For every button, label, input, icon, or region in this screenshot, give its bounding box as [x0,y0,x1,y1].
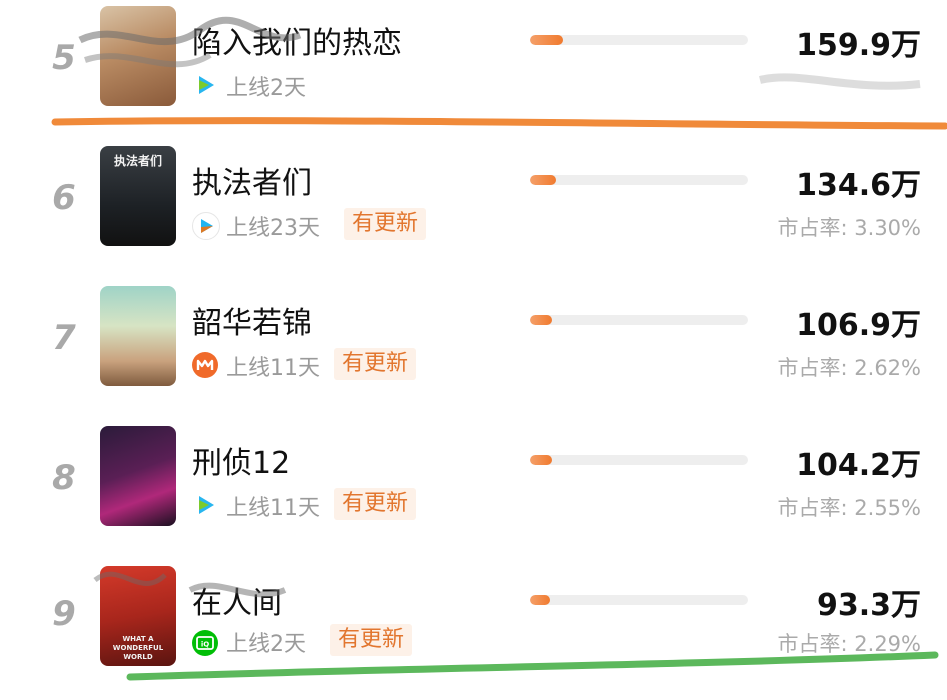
show-title[interactable]: 陷入我们的热恋 [192,18,402,62]
heat-bar [530,175,748,185]
heat-bar-fill [530,35,563,45]
update-badge: 有更新 [344,208,427,240]
list-item[interactable]: 6 执法者们 执法者们 上线23天 有更新 134.6万 市占率: 3.30% [0,140,947,280]
rank-number: 9 [52,594,76,634]
online-days: 上线23天 [226,216,320,241]
heat-bar-fill [530,315,552,325]
heat-bar-fill [530,595,550,605]
market-share: 市占率: 3.30% [777,216,921,240]
heat-value: 159.9万 [796,28,921,63]
poster-image[interactable] [100,6,176,106]
rank-number: 7 [52,318,76,358]
update-badge: 有更新 [334,348,417,380]
poster-image[interactable] [100,426,176,526]
poster-image[interactable] [100,286,176,386]
poster-title-text: 执法者们 [113,154,162,168]
svg-text:iQ: iQ [201,641,209,649]
market-share: 市占率: 2.55% [777,496,921,520]
heat-bar [530,455,748,465]
update-badge: 有更新 [330,624,413,656]
heat-bar [530,595,748,605]
show-title[interactable]: 在人间 [192,578,282,622]
online-days: 上线11天 [226,356,320,381]
poster-image[interactable]: WHAT A WONDERFUL WORLD [100,566,176,666]
heat-bar [530,35,748,45]
list-item[interactable]: 7 韶华若锦 上线11天 有更新 106.9万 市占率: 2.62% [0,280,947,420]
update-badge: 有更新 [334,488,417,520]
youku-icon [192,212,220,240]
online-days: 上线2天 [226,632,306,657]
online-days: 上线11天 [226,496,320,521]
poster-title-text: WHAT A WONDERFUL WORLD [112,635,164,661]
heat-value: 93.3万 [816,588,921,623]
show-title[interactable]: 刑侦12 [192,438,290,482]
list-item[interactable]: 8 刑侦12 上线11天 有更新 104.2万 市占率: 2.55% [0,420,947,560]
list-item[interactable]: 5 陷入我们的热恋 上线2天 159.9万 [0,0,947,140]
iqiyi-icon: iQ [192,630,218,656]
rank-number: 6 [52,178,76,218]
heat-value: 104.2万 [796,448,921,483]
online-days: 上线2天 [226,76,306,101]
market-share: 市占率: 2.29% [777,632,921,656]
tencent-video-icon [192,492,218,518]
heat-value: 134.6万 [796,168,921,203]
rank-number: 5 [52,38,76,78]
market-share: 市占率: 2.62% [777,356,921,380]
rank-number: 8 [52,458,76,498]
show-title[interactable]: 韶华若锦 [192,298,312,342]
heat-value: 106.9万 [796,308,921,343]
heat-bar-fill [530,175,557,185]
heat-bar-fill [530,455,552,465]
poster-image[interactable]: 执法者们 [100,146,176,246]
list-item[interactable]: 9 WHAT A WONDERFUL WORLD 在人间 iQ 上线2天 有更新… [0,560,947,700]
mango-tv-icon [192,352,218,378]
heat-bar [530,315,748,325]
show-title[interactable]: 执法者们 [192,158,312,202]
tencent-video-icon [192,72,218,98]
